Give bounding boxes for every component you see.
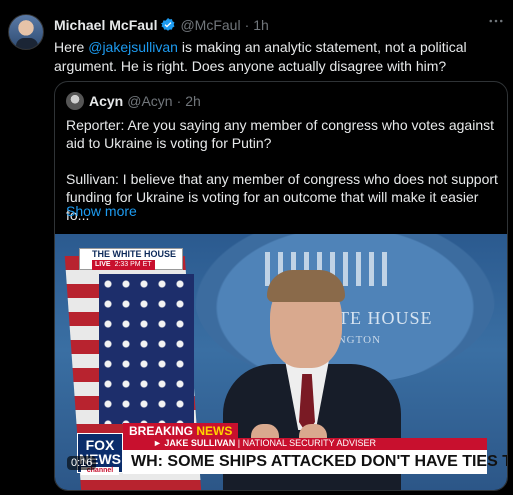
tweet[interactable]: Michael McFaul @McFaul · 1h Here @jakejs…: [0, 0, 513, 495]
live-word: LIVE: [95, 261, 111, 268]
tweet-header: Michael McFaul @McFaul · 1h: [54, 15, 269, 35]
live-time: 2:33 PM ET: [114, 261, 152, 268]
mention-link[interactable]: @jakejsullivan: [88, 39, 178, 55]
speaker-title: | NATIONAL SECURITY ADVISER: [237, 438, 376, 448]
breaking-news-banner: BREAKING NEWS: [123, 423, 239, 439]
quoted-tweet[interactable]: Acyn @Acyn · 2h Reporter: Are you saying…: [54, 81, 508, 491]
breaking-news-word: NEWS: [196, 424, 233, 438]
quote-separator-dot: ·: [176, 93, 182, 109]
quote-author-handle[interactable]: @Acyn: [127, 93, 172, 109]
live-badge-time: LIVE 2:33 PM ET: [92, 260, 155, 270]
show-more-link[interactable]: Show more: [66, 203, 137, 219]
quote-header: Acyn @Acyn · 2h: [66, 92, 201, 110]
tweet-text-before: Here: [54, 39, 89, 55]
news-chyron: BREAKING NEWS ► JAKE SULLIVAN | NATIONAL…: [123, 422, 507, 474]
more-icon[interactable]: [487, 12, 505, 35]
speaker-lower-third: ► JAKE SULLIVAN | NATIONAL SECURITY ADVI…: [123, 438, 487, 450]
author-handle[interactable]: @McFaul: [180, 17, 240, 33]
tweet-text: Here @jakejsullivan is making an analyti…: [54, 38, 484, 76]
live-badge-title: THE WHITE HOUSE: [92, 249, 177, 259]
quote-time[interactable]: 2h: [185, 93, 201, 109]
tweet-time[interactable]: 1h: [253, 17, 269, 33]
live-badge: THE WHITE HOUSE LIVE 2:33 PM ET: [79, 248, 183, 270]
speaker-hair: [267, 270, 345, 302]
separator-dot: ·: [244, 17, 250, 33]
video-timestamp: 0:16: [67, 456, 97, 470]
author-avatar[interactable]: [8, 14, 44, 50]
us-flag-stars: [99, 274, 194, 424]
speaker-name: JAKE SULLIVAN: [164, 438, 236, 448]
quote-avatar[interactable]: [66, 92, 84, 110]
chyron-headline: WH: SOME SHIPS ATTACKED DON'T HAVE TIES …: [123, 450, 507, 474]
quote-author-name[interactable]: Acyn: [89, 93, 123, 109]
author-name[interactable]: Michael McFaul: [54, 17, 157, 33]
video-player[interactable]: WHITE HOUSE SHINGTON THE WHITE HOUSE LIV…: [55, 234, 507, 490]
breaking-word: BREAKING: [129, 424, 194, 438]
verified-badge-icon: [160, 17, 176, 33]
